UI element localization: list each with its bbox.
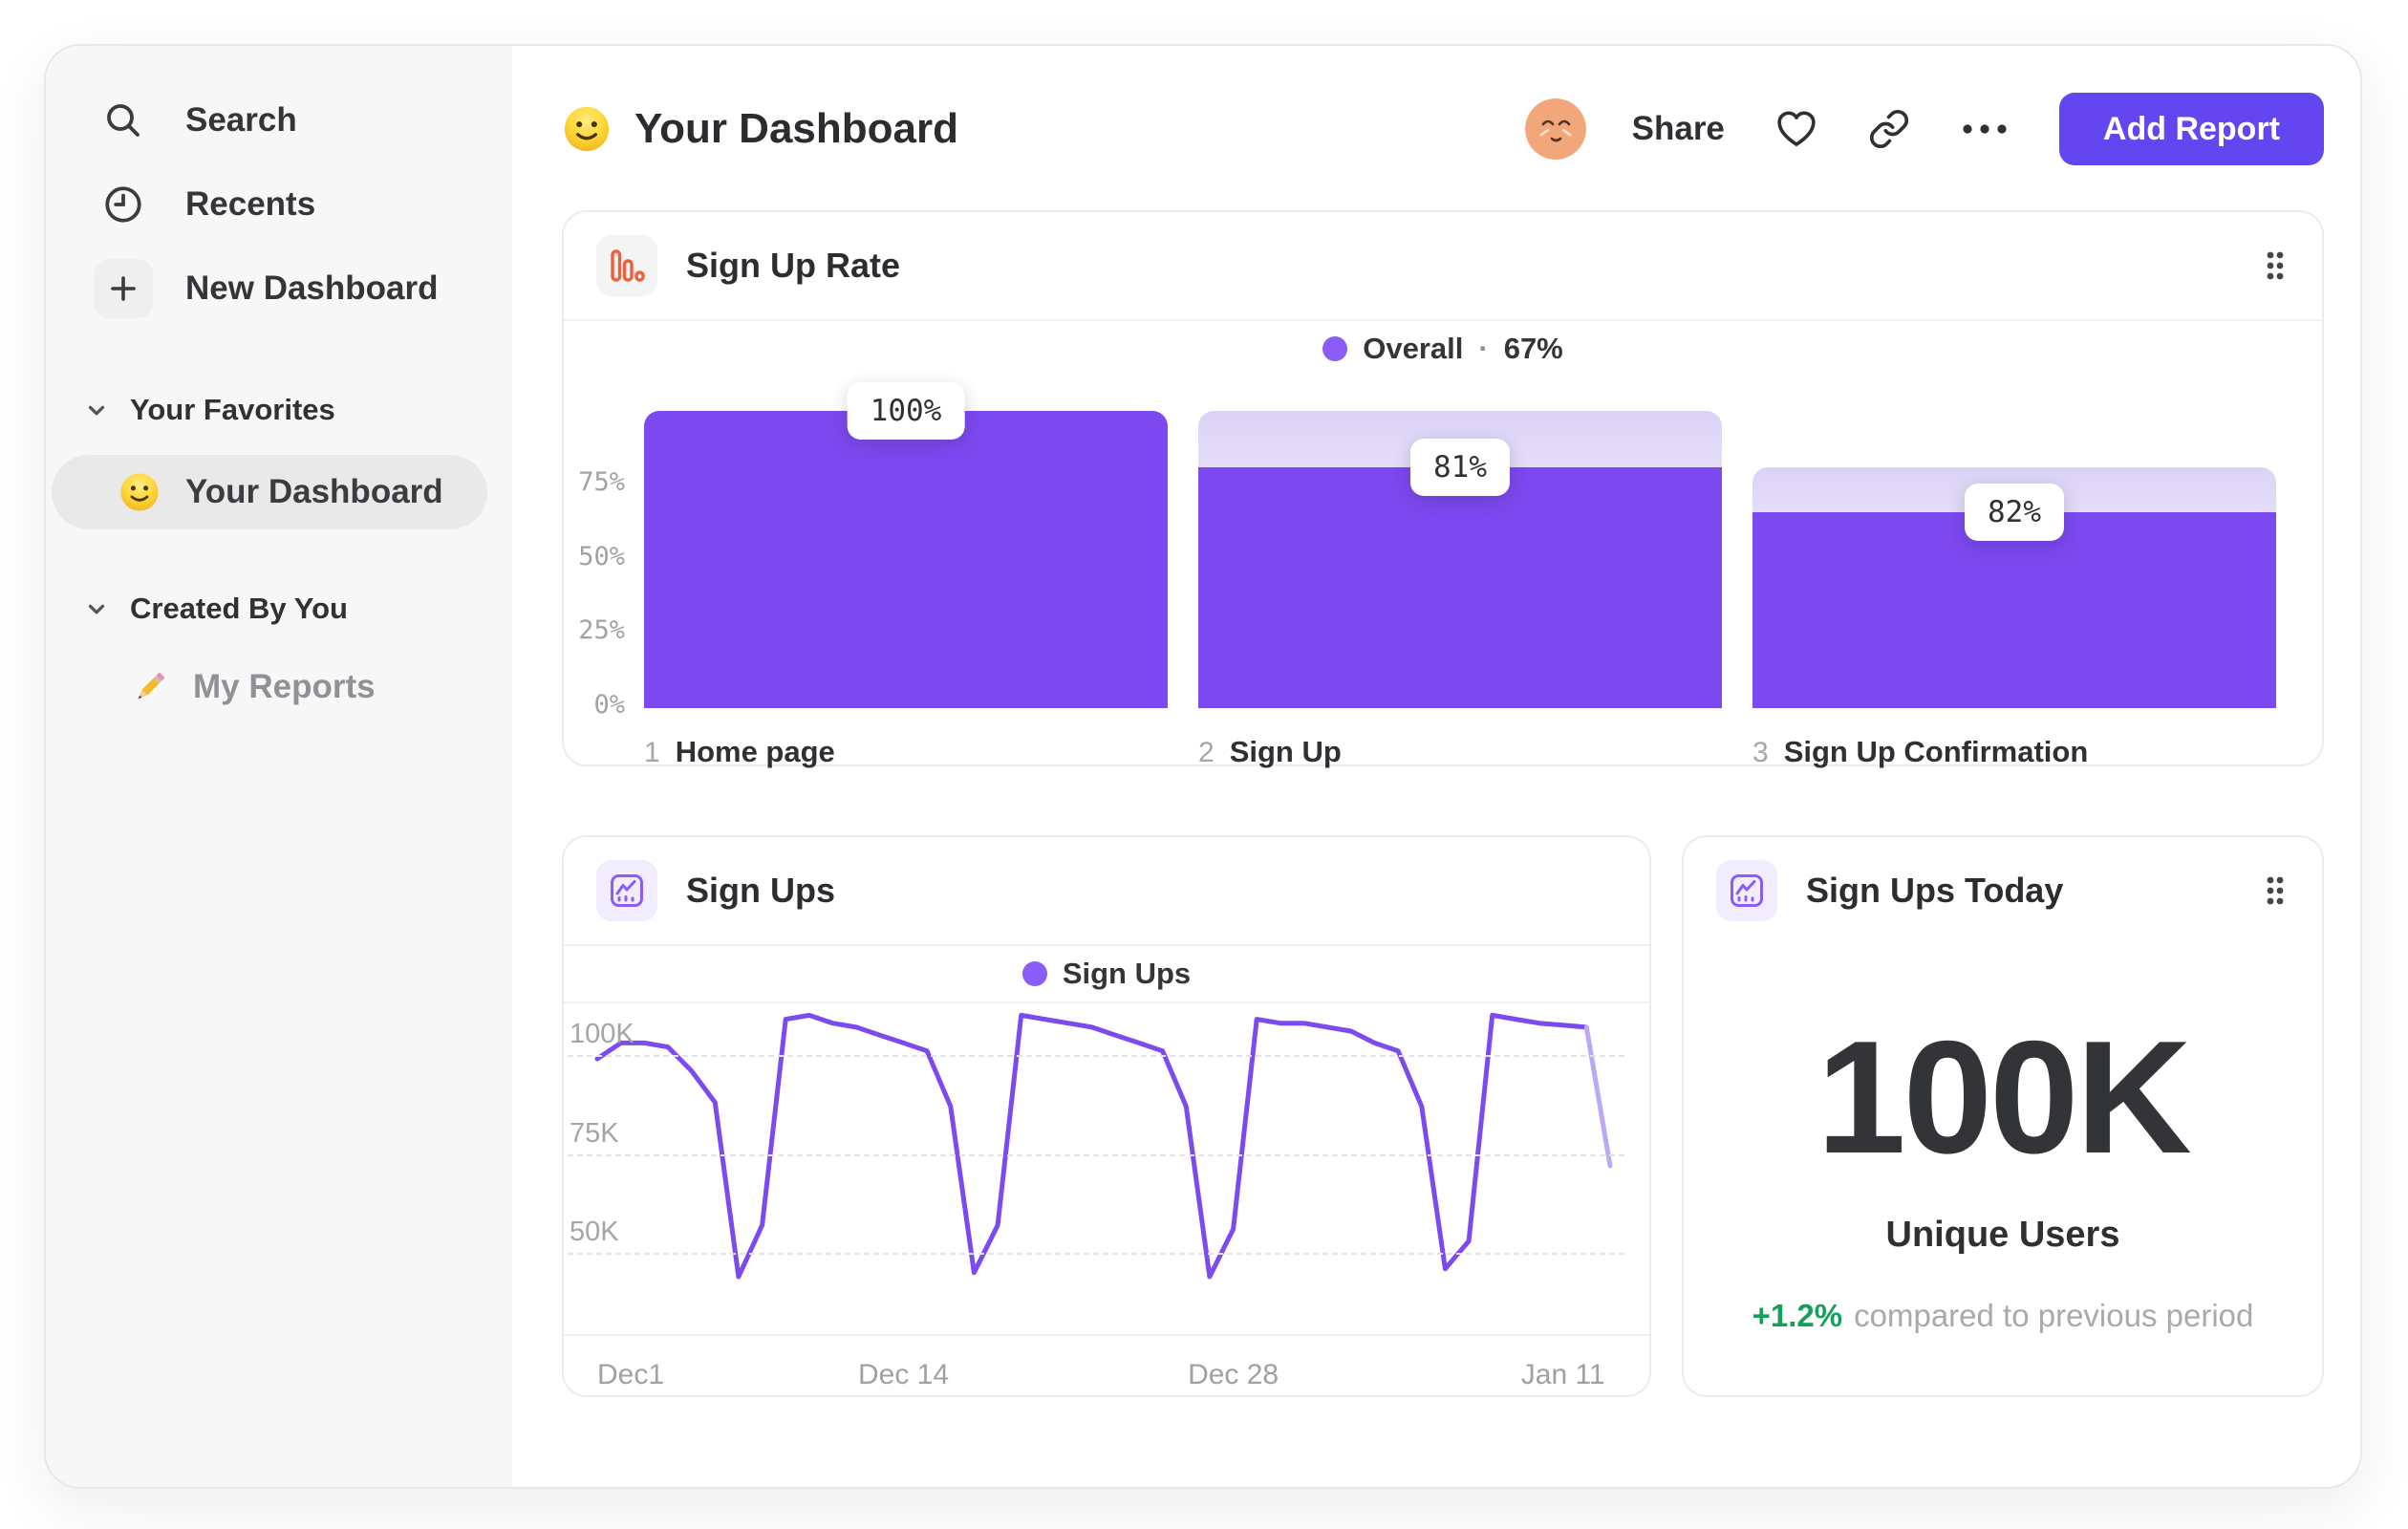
- section-title: Created By You: [130, 592, 348, 625]
- gridline: [568, 1054, 1624, 1057]
- page-title: Your Dashboard: [634, 105, 959, 152]
- kpi-label: Unique Users: [1885, 1215, 2120, 1255]
- sign-up-rate-card: Sign Up Rate Overall · 67% 100% 81% 82% 7: [562, 210, 2324, 769]
- conversion-chip: 81%: [1410, 439, 1510, 497]
- legend-label: Overall: [1363, 332, 1464, 365]
- sidebar-item-my-reports[interactable]: My Reports: [46, 659, 512, 715]
- sidebar-item-label: Search: [185, 101, 297, 139]
- funnel-y-tick: 0%: [593, 689, 625, 720]
- line-x-tick: Jan 11: [1520, 1359, 1605, 1390]
- line-chart-icon: [596, 860, 657, 921]
- funnel-y-tick: 50%: [578, 541, 625, 571]
- more-options-icon[interactable]: [1960, 121, 2010, 137]
- clock-icon: [94, 175, 153, 234]
- legend-label: Sign Ups: [1062, 957, 1192, 990]
- card-title: Sign Ups Today: [1806, 871, 2064, 910]
- line-x-tick: Dec 14: [857, 1359, 950, 1390]
- sidebar-item-label: Recents: [185, 185, 316, 223]
- sidebar-section-created-by-you[interactable]: Created By You: [46, 583, 512, 635]
- gridline: [568, 1153, 1624, 1156]
- funnel-bar[interactable]: 81%: [1198, 411, 1722, 708]
- app-window: Search Recents New Dashboard Your Favori…: [44, 44, 2362, 1489]
- line-chart-icon: [1716, 860, 1777, 921]
- kpi-value: 100K: [1817, 1007, 2192, 1187]
- sign-ups-today-card: Sign Ups Today 100K Unique Users +1.2% co…: [1682, 835, 2324, 1397]
- funnel-y-tick: 75%: [578, 466, 625, 497]
- plus-icon: [94, 259, 153, 318]
- favorite-heart-icon[interactable]: [1774, 108, 1818, 150]
- chevron-down-icon: [84, 596, 109, 621]
- line-y-tick: 100K: [570, 1018, 634, 1049]
- sidebar-item-label: My Reports: [193, 668, 376, 705]
- sidebar-item-search[interactable]: Search: [46, 78, 512, 162]
- drag-handle-icon[interactable]: [2265, 249, 2286, 282]
- line-plot: 100K 75K 50K: [564, 1003, 1649, 1332]
- sidebar-item-your-dashboard[interactable]: Your Dashboard: [52, 455, 487, 529]
- smiley-emoji: [562, 104, 612, 154]
- funnel-y-tick: 25%: [578, 615, 625, 646]
- line-series: [594, 1012, 1613, 1280]
- line-y-tick: 75K: [570, 1117, 619, 1149]
- conversion-chip: 82%: [1965, 483, 2064, 541]
- main-content: Your Dashboard Share Add Report Sign Up …: [512, 46, 2360, 1487]
- kpi-comparison: +1.2% compared to previous period: [1752, 1298, 2254, 1334]
- sidebar-item-label: New Dashboard: [185, 269, 439, 307]
- copy-link-icon[interactable]: [1868, 108, 1910, 150]
- funnel-x-labels: 1 Home page 2 Sign Up 3 Sign Up Confirmation: [644, 735, 2276, 769]
- legend-value: 67%: [1503, 332, 1563, 365]
- gridline: [568, 1253, 1624, 1256]
- kpi-delta: +1.2%: [1752, 1298, 1843, 1333]
- sign-ups-card: Sign Ups Sign Ups 100K 75K 50K Dec1 Dec 14 D…: [562, 835, 1651, 1397]
- sidebar-item-label: Your Dashboard: [185, 473, 443, 510]
- funnel-bar[interactable]: 100%: [644, 382, 1168, 708]
- legend-separator: ·: [1478, 332, 1489, 365]
- section-title: Your Favorites: [130, 393, 335, 426]
- kpi-comparison-text: compared to previous period: [1854, 1298, 2254, 1333]
- funnel-plot: 100% 81% 82% 75% 50% 25% 0%: [578, 382, 2276, 720]
- avatar[interactable]: [1524, 98, 1586, 160]
- line-legend: Sign Ups: [564, 946, 1649, 1001]
- pencil-emoji: [130, 667, 170, 707]
- share-button[interactable]: Share: [1632, 110, 1725, 148]
- card-title: Sign Up Rate: [686, 246, 901, 285]
- line-x-axis: Dec1 Dec 14 Dec 28 Jan 11: [564, 1334, 1649, 1401]
- funnel-legend: Overall · 67%: [564, 321, 2322, 377]
- legend-dot: [1021, 961, 1047, 986]
- sidebar: Search Recents New Dashboard Your Favori…: [46, 46, 512, 1487]
- search-icon: [94, 91, 153, 150]
- sidebar-section-favorites[interactable]: Your Favorites: [46, 384, 512, 436]
- add-report-button[interactable]: Add Report: [2058, 93, 2324, 165]
- funnel-bar[interactable]: 82%: [1752, 411, 2276, 708]
- dashboard-header: Your Dashboard Share Add Report: [562, 88, 2324, 170]
- conversion-chip: 100%: [847, 382, 965, 440]
- sidebar-item-recents[interactable]: Recents: [46, 162, 512, 247]
- funnel-step-label: 2 Sign Up: [1198, 735, 1342, 768]
- funnel-step-label: 1 Home page: [644, 735, 835, 768]
- sidebar-item-new-dashboard[interactable]: New Dashboard: [46, 247, 512, 331]
- chevron-down-icon: [84, 398, 109, 422]
- smiley-emoji: [118, 471, 161, 513]
- card-title: Sign Ups: [686, 871, 836, 910]
- drag-handle-icon[interactable]: [2265, 874, 2286, 907]
- funnel-step-label: 3 Sign Up Confirmation: [1752, 735, 2089, 768]
- legend-dot: [1322, 336, 1348, 361]
- line-x-tick: Dec 28: [1188, 1359, 1279, 1390]
- bar-chart-icon: [596, 235, 657, 296]
- kpi-body: 100K Unique Users +1.2% compared to previ…: [1684, 944, 2322, 1334]
- funnel-bars: 100% 81% 82%: [644, 382, 2276, 708]
- line-y-tick: 50K: [570, 1217, 619, 1248]
- line-x-tick: Dec1: [597, 1359, 665, 1390]
